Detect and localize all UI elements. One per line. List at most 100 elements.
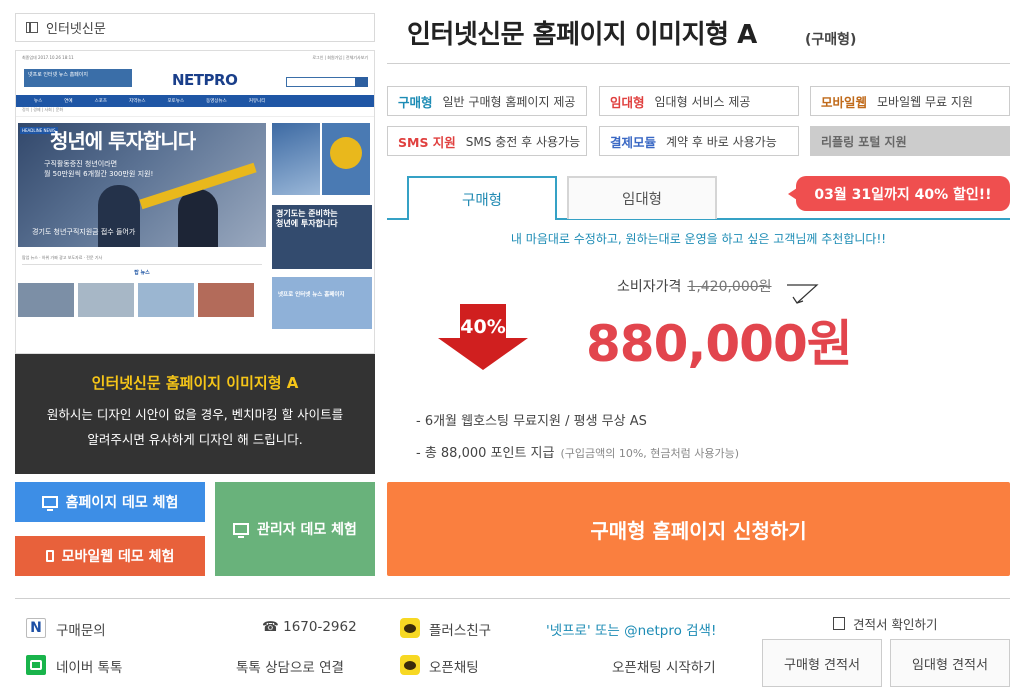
preview-strip: 팝업 뉴스 · 하위 가짜 광고 보도자료 · 전문 기사 (22, 255, 262, 265)
preview-hot-title: 탑 뉴스 (134, 270, 150, 276)
preview-date: 최종업데 2017.10.26 18:11 (22, 55, 74, 60)
naver-talk-link[interactable]: 톡톡 상담으로 연결 (236, 656, 344, 676)
tab-purchase[interactable]: 구매형 (407, 176, 557, 220)
preview-body: HEADLINE NEWS 청년에 투자합니다 구직활동증진 청년이라면 월 5… (16, 117, 374, 353)
talktalk-icon (26, 655, 46, 675)
consumer-price: 1,420,000원 (687, 279, 772, 295)
preview-headline-caption: 경기도 청년구직지원금 접수 들어가 (32, 228, 136, 236)
naver-n-icon: N (26, 618, 46, 638)
feature-mobile: 모바일웹 모바일웹 무료 지원 (810, 86, 1010, 116)
mobile-demo-button[interactable]: 모바일웹 데모 체험 (15, 536, 205, 576)
feature-sms: SMS 지원 SMS 충전 후 사용가능 (387, 126, 587, 156)
recommend-tagline: 내 마음대로 수정하고, 원하는대로 운영을 하고 싶은 고객님께 추천합니다!… (510, 232, 887, 246)
preview-thumbnails (18, 283, 254, 317)
feature-key: 임대형 (610, 94, 645, 110)
tab-rental[interactable]: 임대형 (567, 176, 717, 219)
kakao-openchat-icon (400, 655, 420, 675)
preview-header: 넷프로 인터넷 뉴스 홈페이지 NETPRO (16, 65, 374, 95)
homepage-demo-button[interactable]: 홈페이지 데모 체험 (15, 482, 205, 522)
benefit-hosting: - 6개월 웹호스팅 무료지원 / 평생 무상 AS (416, 414, 647, 429)
mobile-demo-label: 모바일웹 데모 체험 (61, 549, 175, 565)
admin-demo-label: 관리자 데모 체험 (257, 522, 357, 538)
preview-thumb (18, 283, 74, 317)
feature-desc: SMS 충전 후 사용가능 (465, 134, 581, 149)
estimate-check-label: 견적서 확인하기 (853, 617, 938, 632)
open-chat-link[interactable]: 오픈채팅 시작하기 (612, 656, 716, 676)
feature-payment: 결제모듈 계약 후 바로 사용가능 (599, 126, 799, 156)
kakao-plus-icon (400, 618, 420, 638)
preview-headline-sub: 구직활동증진 청년이라면 월 50만원씩 6개월간 300만원 지원! (44, 160, 154, 178)
preview-hero: HEADLINE NEWS 청년에 투자합니다 구직활동증진 청년이라면 월 5… (18, 123, 266, 247)
template-info-desc: 원하시는 디자인 시안이 없을 경우, 벤치마킹 할 사이트를 알려주시면 유사… (15, 402, 375, 452)
consumer-price-label: 소비자가격 (617, 279, 682, 295)
preview-side-ad-text: 넷프로 인터넷 뉴스 홈페이지 (278, 292, 345, 298)
monitor-icon (41, 496, 58, 511)
category-label: 인터넷신문 (46, 22, 106, 37)
feature-portal: 리플링 포털 지원 (810, 126, 1010, 156)
preview-thumb (78, 283, 134, 317)
chat-bubble-icon (404, 623, 416, 633)
preview-headline: 청년에 투자합니다 (50, 129, 196, 153)
preview-nav-item: 스포츠 (94, 99, 107, 104)
open-chat-label: 오픈채팅 (429, 660, 479, 676)
feature-desc: 일반 구매형 홈페이지 제공 (442, 94, 576, 109)
person-shape (178, 189, 218, 247)
feature-key: 리플링 포털 지원 (821, 134, 907, 149)
purchase-estimate-button[interactable]: 구매형 견적서 (762, 639, 882, 687)
feature-rental: 임대형 임대형 서비스 제공 (599, 86, 799, 116)
chat-bubble-icon (30, 660, 42, 670)
template-info-line: 원하시는 디자인 시안이 없을 경우, 벤치마킹 할 사이트를 (46, 407, 344, 422)
feature-key: 모바일웹 (821, 94, 868, 110)
sale-badge: 03월 31일까지 40% 할인!! (788, 176, 1010, 211)
inquiry-label: 구매문의 (56, 623, 106, 639)
mobile-icon (45, 550, 54, 562)
plus-friend-label: 플러스친구 (429, 623, 492, 639)
template-preview-image[interactable]: 최종업데 2017.10.26 18:11 로그인 | 회원가입 | 전체기사보… (15, 50, 375, 354)
benefit-points: - 총 88,000 포인트 지급 (구입금액의 10%, 현금처럼 사용가능) (416, 442, 739, 461)
consumer-price-row: 소비자가격 1,420,000원 (617, 276, 772, 296)
feature-key: 구매형 (398, 94, 433, 110)
template-info-title: 인터넷신문 홈페이지 이미지형 A (91, 374, 299, 392)
product-title: 인터넷신문 홈페이지 이미지형 A (407, 20, 757, 50)
preview-side-banner: 경기도는 준비하는 청년에 투자합니다 (272, 205, 372, 269)
phone-number[interactable]: ☎ 1670-2962 (262, 619, 357, 635)
preview-nav-item: 포토뉴스 (167, 99, 185, 104)
estimate-check[interactable]: 견적서 확인하기 (833, 614, 937, 633)
template-info-box: 인터넷신문 홈페이지 이미지형 A 원하시는 디자인 시안이 없을 경우, 벤치… (15, 354, 375, 474)
feature-desc: 계약 후 바로 사용가능 (666, 134, 777, 149)
preview-nav: 뉴스 연예 스포츠 지역뉴스 포토뉴스 동영상뉴스 커뮤니티 (16, 95, 374, 107)
category-label-box: 인터넷신문 (15, 13, 375, 42)
preview-search (286, 77, 356, 87)
naver-talk-label: 네이버 톡톡 (56, 660, 123, 676)
preview-topbar: 최종업데 2017.10.26 18:11 로그인 | 회원가입 | 전체기사보… (16, 51, 374, 65)
chat-bubble-icon (404, 660, 416, 670)
plus-friend-search[interactable]: '넷프로' 또는 @netpro 검색! (546, 619, 716, 639)
sale-price: 880,000원 (586, 315, 853, 373)
preview-login: 로그인 | 회원가입 | 전체기사보기 (312, 55, 368, 60)
preview-nav-item: 지역뉴스 (128, 99, 146, 104)
layout-icon (26, 22, 38, 33)
preview-subnav: 정치 | 경제 | 사회 | 문화 (16, 107, 374, 117)
feature-desc: 임대형 서비스 제공 (654, 94, 751, 109)
preview-thumb (138, 283, 194, 317)
homepage-demo-label: 홈페이지 데모 체험 (65, 495, 179, 511)
admin-demo-button[interactable]: 관리자 데모 체험 (215, 482, 375, 576)
calculator-icon (833, 617, 845, 630)
preview-nav-item: 동영상뉴스 (206, 99, 227, 104)
preview-nav-item: 뉴스 (34, 99, 43, 104)
rental-estimate-button[interactable]: 임대형 견적서 (890, 639, 1010, 687)
preview-side-title: 경기도는 준비하는 청년에 투자합니다 (276, 209, 338, 228)
apply-purchase-button[interactable]: 구매형 홈페이지 신청하기 (387, 482, 1010, 576)
preview-side-ad: 넷프로 인터넷 뉴스 홈페이지 (272, 277, 372, 329)
preview-nav-item: 연예 (64, 99, 73, 104)
product-type: (구매형) (805, 32, 857, 48)
preview-search-button (355, 77, 368, 87)
preview-side-event (322, 123, 370, 195)
person-shape (98, 185, 140, 247)
feature-key: 결제모듈 (610, 134, 657, 150)
benefit-points-note: (구입금액의 10%, 현금처럼 사용가능) (560, 447, 740, 460)
monitor-icon (233, 523, 250, 538)
title-divider (387, 63, 1010, 64)
bottom-divider (15, 598, 1010, 599)
template-info-line: 알려주시면 유사하게 디자인 해 드립니다. (87, 432, 303, 447)
